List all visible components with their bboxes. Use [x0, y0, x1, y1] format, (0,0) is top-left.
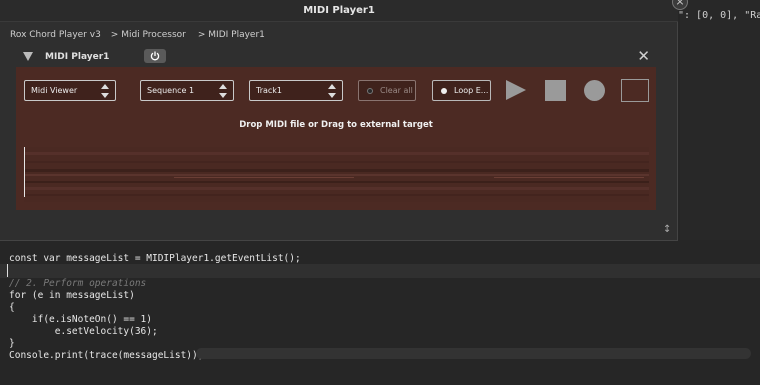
clear-all-label: Clear all	[380, 86, 413, 95]
clear-all-indicator-icon	[367, 88, 373, 94]
record-icon[interactable]	[584, 80, 605, 101]
text-cursor	[7, 264, 8, 277]
sequence-select[interactable]: Sequence 1	[140, 80, 234, 101]
viewer-select-value: Midi Viewer	[31, 86, 78, 95]
sequence-select-value: Sequence 1	[147, 86, 195, 95]
window-title: MIDI Player1	[303, 5, 375, 16]
play-icon[interactable]	[506, 80, 526, 100]
updown-arrows-icon	[101, 84, 109, 98]
module-name: MIDI Player1	[45, 52, 110, 62]
code-editor[interactable]: const var messageList = MIDIPlayer1.getE…	[0, 240, 760, 385]
breadcrumb-item-midi-player[interactable]: > MIDI Player1	[198, 30, 265, 40]
piano-roll-view[interactable]	[24, 147, 649, 202]
stop-icon[interactable]	[545, 80, 566, 101]
resize-handle-icon[interactable]: ↕	[663, 224, 671, 235]
updown-arrows-icon	[219, 84, 227, 98]
current-line-highlight	[0, 264, 760, 278]
window-titlebar[interactable]: MIDI Player1	[0, 0, 678, 22]
viewer-select[interactable]: Midi Viewer	[24, 80, 116, 101]
playhead-line[interactable]	[24, 147, 25, 197]
loop-indicator-icon	[441, 88, 447, 94]
breadcrumb-item-rox-chord-player[interactable]: Rox Chord Player v3	[10, 30, 101, 40]
code-line-set-velocity[interactable]: e.setVelocity(36);	[9, 325, 158, 338]
clear-all-button[interactable]: Clear all	[358, 80, 416, 101]
inline-hint-bar	[196, 348, 751, 359]
power-icon	[150, 51, 160, 61]
midi-player-panel[interactable]: Midi Viewer Sequence 1 Track1 Clear all …	[16, 67, 656, 210]
collapse-triangle-icon[interactable]	[23, 52, 33, 61]
loop-toggle[interactable]: Loop E...	[432, 80, 491, 101]
background-code-peek: ": [0, 0], "Radi	[678, 10, 760, 21]
module-header: MIDI Player1 ✕	[15, 48, 656, 67]
track-select[interactable]: Track1	[249, 80, 343, 101]
breadcrumb: Rox Chord Player v3 > Midi Processor > M…	[10, 30, 265, 40]
track-select-value: Track1	[256, 86, 283, 95]
background-editor-area	[680, 0, 760, 240]
updown-arrows-icon	[328, 84, 336, 98]
overdub-box-icon[interactable]	[621, 79, 649, 102]
code-line-for[interactable]: for (e in messageList)	[9, 289, 135, 302]
close-icon[interactable]: ✕	[637, 48, 650, 64]
drop-hint-text: Drop MIDI file or Drag to external targe…	[239, 120, 433, 130]
loop-label: Loop E...	[454, 86, 489, 95]
code-line-console-print[interactable]: Console.print(trace(messageList));	[9, 349, 203, 362]
power-button[interactable]	[144, 49, 166, 63]
breadcrumb-item-midi-processor[interactable]: > Midi Processor	[111, 30, 186, 40]
midi-player-window: MIDI Player1 Rox Chord Player v3 > Midi …	[0, 0, 678, 241]
